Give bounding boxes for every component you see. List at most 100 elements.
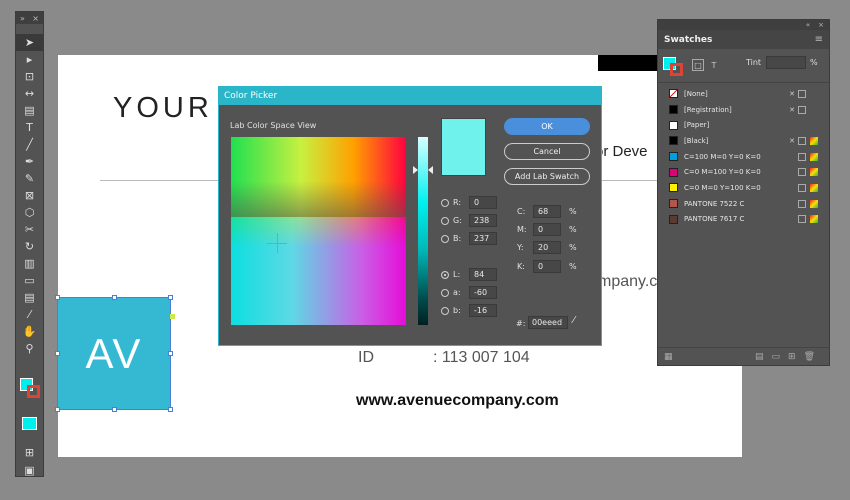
color-cursor[interactable] (277, 233, 278, 253)
eyedropper-icon[interactable]: ⁄ (573, 315, 575, 326)
m-input[interactable]: 0 (533, 223, 561, 236)
r-row: R: 0 (441, 196, 497, 209)
add-lab-swatch-button[interactable]: Add Lab Swatch (504, 168, 590, 185)
gradient-swatch-tool-icon[interactable]: ▥ (16, 255, 43, 272)
rectangle-frame-tool-icon[interactable]: ⊠ (16, 187, 43, 204)
swatch-views-icon[interactable]: ▤ (755, 352, 764, 362)
pencil-tool-icon[interactable]: ✎ (16, 170, 43, 187)
c-input[interactable]: 68 (533, 205, 561, 218)
zoom-tool-icon[interactable]: ⚲ (16, 340, 43, 357)
selection-handle[interactable] (112, 295, 117, 300)
b-radio[interactable] (441, 234, 449, 243)
eyedropper-tool-icon[interactable]: ⁄ (16, 306, 43, 323)
selection-handle[interactable] (55, 295, 60, 300)
collapse-icon[interactable]: » (20, 14, 25, 23)
lab-b-input[interactable]: -16 (469, 304, 497, 317)
cancel-button[interactable]: Cancel (504, 143, 590, 160)
tint-input[interactable] (766, 56, 806, 69)
stroke-swatch[interactable] (27, 385, 40, 398)
k-input[interactable]: 0 (533, 260, 561, 273)
free-transform-tool-icon[interactable]: ↻ (16, 238, 43, 255)
doc-id-label[interactable]: ID (358, 349, 374, 367)
doc-tagline[interactable]: or Deve (595, 143, 648, 160)
g-input[interactable]: 238 (469, 214, 497, 227)
direct-selection-tool-icon[interactable]: ▸ (16, 51, 43, 68)
slider-handle[interactable] (428, 166, 433, 174)
new-swatch-icon[interactable]: ⊞ (788, 352, 796, 362)
swatch-row[interactable]: [Paper] (658, 117, 829, 133)
swatches-tab[interactable]: Swatches (664, 35, 712, 45)
l-input[interactable]: 84 (469, 268, 497, 281)
l-radio[interactable] (441, 270, 449, 279)
color-type-icon (798, 215, 806, 224)
selection-handle[interactable] (112, 407, 117, 412)
text-frame-port[interactable] (170, 314, 175, 319)
pen-tool-icon[interactable]: ✒ (16, 153, 43, 170)
scissors-tool-icon[interactable]: ✂ (16, 221, 43, 238)
doc-website[interactable]: www.avenuecompany.com (356, 392, 559, 410)
note-tool-icon[interactable]: ▤ (16, 289, 43, 306)
stroke-swatch[interactable] (670, 63, 683, 76)
apply-color-button[interactable] (22, 417, 37, 430)
r-radio[interactable] (441, 198, 449, 207)
normal-view-icon[interactable]: ▣ (16, 462, 43, 479)
swatch-row[interactable]: C=0 M=100 Y=0 K=0 (658, 164, 829, 180)
new-group-icon[interactable]: ▭ (772, 352, 781, 362)
close-icon[interactable]: × (32, 14, 39, 23)
content-collector-icon[interactable]: ▤ (16, 102, 43, 119)
panel-menu-icon[interactable]: ≡ (815, 34, 823, 45)
g-radio[interactable] (441, 216, 449, 225)
collapse-icon[interactable]: « (806, 21, 810, 29)
doc-company-text[interactable]: mpany.c (598, 273, 657, 291)
line-tool-icon[interactable]: ╱ (16, 136, 43, 153)
page-tool-icon[interactable]: ⊡ (16, 68, 43, 85)
doc-id-value[interactable]: : 113 007 104 (433, 349, 530, 367)
color-field-gradient[interactable] (231, 137, 406, 247)
selection-tool-icon[interactable]: ➤ (16, 34, 43, 51)
tools-panel-header[interactable]: » × (16, 12, 43, 24)
swatch-row[interactable]: PANTONE 7617 C (658, 212, 829, 228)
swatch-row[interactable]: C=100 M=0 Y=0 K=0 (658, 149, 829, 165)
selection-handle[interactable] (55, 351, 60, 356)
swatch-row[interactable]: [Registration] ✕ (658, 102, 829, 118)
show-kinds-icon[interactable]: ▦ (664, 352, 673, 362)
color-preview (441, 118, 486, 176)
lightness-slider[interactable] (418, 137, 428, 325)
a-input[interactable]: -60 (469, 286, 497, 299)
selection-handle[interactable] (168, 295, 173, 300)
delete-swatch-icon[interactable]: 🗑 (804, 352, 815, 362)
hex-input[interactable]: 00eeed (528, 316, 568, 329)
swatch-row[interactable]: [None] ✕ (658, 86, 829, 102)
gradient-feather-tool-icon[interactable]: ▭ (16, 272, 43, 289)
selection-handle[interactable] (168, 351, 173, 356)
r-input[interactable]: 0 (469, 196, 497, 209)
selection-handle[interactable] (55, 407, 60, 412)
formatting-text-icon[interactable]: T (708, 59, 720, 71)
ellipse-tool-icon[interactable]: ⬡ (16, 204, 43, 221)
b-input[interactable]: 237 (469, 232, 497, 245)
y-unit: % (569, 243, 577, 252)
ok-button[interactable]: OK (504, 118, 590, 135)
swatch-chip (669, 199, 678, 209)
gap-tool-icon[interactable]: ↔ (16, 85, 43, 102)
swatch-row[interactable]: PANTONE 7522 C (658, 196, 829, 212)
dialog-title[interactable]: Color Picker (219, 87, 601, 105)
type-tool-icon[interactable]: T (16, 119, 43, 136)
y-input[interactable]: 20 (533, 241, 561, 254)
doc-heading[interactable]: YOUR (113, 92, 213, 125)
g-row: G: 238 (441, 214, 497, 227)
swatch-row[interactable]: [Black] ✕ (658, 133, 829, 149)
close-icon[interactable]: × (818, 21, 824, 29)
selection-handle[interactable] (168, 407, 173, 412)
lab-b-radio[interactable] (441, 306, 449, 315)
slider-handle[interactable] (413, 166, 418, 174)
c-unit: % (569, 207, 577, 216)
swatch-row[interactable]: C=0 M=0 Y=100 K=0 (658, 180, 829, 196)
swatches-panel-header[interactable]: «× (658, 20, 829, 30)
screen-mode-icon[interactable]: ⊞ (16, 444, 43, 461)
formatting-container-icon[interactable]: □ (692, 59, 704, 71)
hand-tool-icon[interactable]: ✋ (16, 323, 43, 340)
a-radio[interactable] (441, 288, 449, 297)
lab-b-label: b: (453, 306, 461, 315)
color-mode-icon (810, 168, 818, 177)
